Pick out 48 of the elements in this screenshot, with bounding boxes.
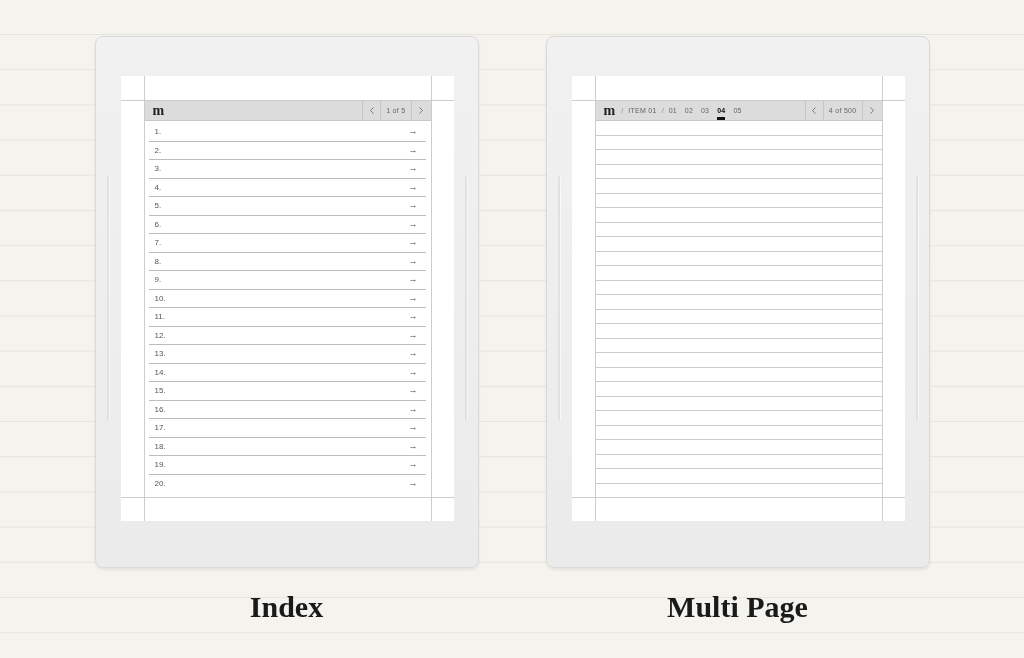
arrow-icon[interactable]: → — [408, 441, 418, 451]
arrow-icon[interactable]: → — [408, 349, 418, 359]
arrow-icon[interactable]: → — [408, 201, 418, 211]
arrow-icon[interactable]: → — [408, 404, 418, 414]
arrow-icon[interactable]: → — [408, 182, 418, 192]
arrow-icon[interactable]: → — [408, 423, 418, 433]
index-number: 17. — [154, 423, 166, 433]
index-number: 13. — [154, 349, 166, 359]
index-number: 1. — [154, 127, 162, 137]
logo-mark: m — [603, 103, 616, 118]
arrow-icon[interactable]: → — [408, 367, 418, 377]
arrow-icon[interactable]: → — [408, 330, 418, 340]
index-number: 8. — [154, 256, 162, 266]
template-title: Index — [249, 590, 324, 624]
arrow-icon[interactable]: → — [408, 145, 418, 155]
index-number: 15. — [154, 386, 166, 396]
index-number: 2. — [154, 145, 162, 155]
index-number: 6. — [154, 219, 162, 229]
index-number: 10. — [154, 293, 166, 303]
index-number: 19. — [154, 460, 166, 470]
arrow-icon[interactable]: → — [408, 293, 418, 303]
arrow-icon[interactable]: → — [408, 478, 418, 488]
index-number: 4. — [154, 182, 162, 192]
arrow-icon[interactable]: → — [408, 386, 418, 396]
chevron-right-icon — [870, 107, 874, 114]
chevron-left-icon — [812, 107, 817, 114]
index-number: 18. — [154, 441, 166, 451]
index-number: 16. — [154, 404, 166, 414]
index-number: 7. — [154, 238, 162, 248]
logo-mark: m — [152, 103, 165, 118]
arrow-icon[interactable]: → — [408, 127, 418, 137]
arrow-icon[interactable]: → — [408, 460, 418, 470]
index-number: 11. — [154, 312, 166, 322]
index-number: 12. — [154, 330, 166, 340]
index-number: 3. — [154, 164, 162, 174]
index-number: 20. — [154, 478, 166, 488]
template-title: Multi Page — [667, 590, 808, 624]
arrow-icon[interactable]: → — [408, 256, 418, 266]
chevron-left-icon — [369, 107, 374, 114]
arrow-icon[interactable]: → — [408, 164, 418, 174]
arrow-icon[interactable]: → — [408, 275, 418, 285]
index-number: 9. — [154, 275, 162, 285]
chevron-right-icon — [419, 107, 423, 114]
index-number: 14. — [154, 367, 166, 377]
index-number: 5. — [154, 201, 162, 211]
arrow-icon[interactable]: → — [408, 312, 418, 322]
arrow-icon[interactable]: → — [408, 238, 418, 248]
arrow-icon[interactable]: → — [408, 219, 418, 229]
